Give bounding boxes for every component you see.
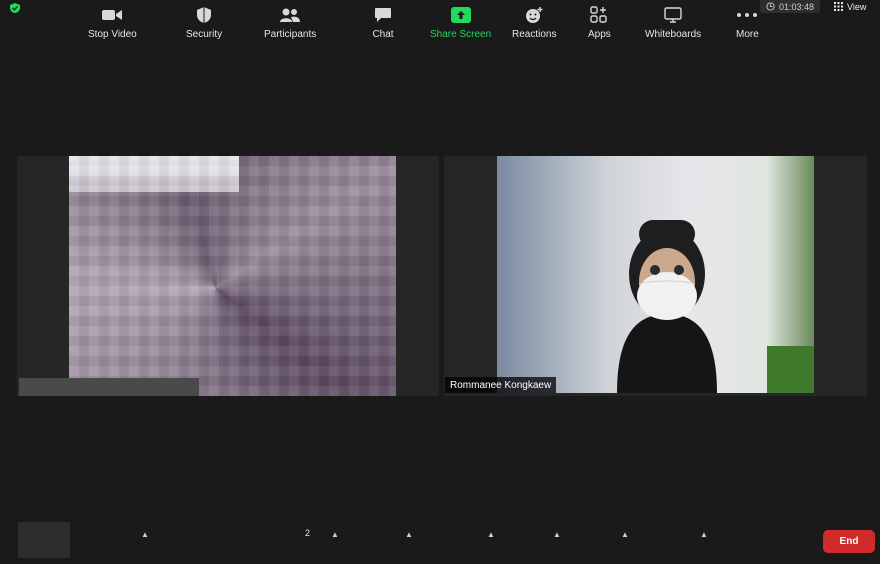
share-screen-label: Share Screen [430,29,492,40]
more-dots-icon [736,6,758,24]
video-options-caret-icon[interactable]: ▲ [141,530,149,539]
security-button[interactable]: Security [186,6,222,40]
video-camera-icon [101,6,123,24]
whiteboard-icon [662,6,684,24]
more-label: More [736,29,759,40]
apps-options-caret-icon[interactable]: ▲ [621,530,629,539]
video-tile-participant-1[interactable] [17,156,439,396]
apps-icon [588,6,610,24]
reactions-options-caret-icon[interactable]: ▲ [553,530,561,539]
reactions-button[interactable]: Reactions [512,6,556,40]
encryption-shield-icon[interactable] [9,0,21,13]
view-button[interactable]: View [834,0,866,13]
participants-count: 2 [305,528,311,538]
stop-video-label: Stop Video [88,29,137,40]
end-meeting-button[interactable]: End [823,530,875,553]
participants-options-caret-icon[interactable]: ▲ [331,530,339,539]
participants-icon [279,6,301,24]
whiteboards-options-caret-icon[interactable]: ▲ [700,530,708,539]
meeting-timer: 01:03:48 [760,0,821,13]
chat-options-caret-icon[interactable]: ▲ [405,530,413,539]
participants-label: Participants [264,29,317,40]
view-label: View [847,1,867,12]
whiteboards-label: Whiteboards [645,29,702,40]
blurred-audio-control[interactable] [18,522,70,558]
security-label: Security [186,29,223,40]
participants-button[interactable]: Participants [264,6,316,40]
apps-button[interactable]: Apps [588,6,611,40]
chat-button[interactable]: Chat [372,6,394,40]
grid-icon [834,2,843,11]
participant-video [497,156,814,393]
security-shield-icon [193,6,215,24]
apps-label: Apps [588,29,611,40]
green-wall [767,346,814,393]
share-screen-button[interactable]: Share Screen [430,6,491,40]
video-tile-participant-2[interactable]: Rommanee Kongkaew [444,156,867,396]
reactions-label: Reactions [512,29,557,40]
chat-label: Chat [372,29,394,40]
emoji-add-icon [523,6,545,24]
chat-bubble-icon [372,6,394,24]
timer-text: 01:03:48 [779,1,815,12]
share-screen-icon [450,6,472,24]
whiteboards-button[interactable]: Whiteboards [645,6,701,40]
share-options-caret-icon[interactable]: ▲ [487,530,495,539]
blurred-name-tag [19,378,199,396]
meeting-toolbar [0,518,880,564]
more-button[interactable]: More [736,6,759,40]
participant-name-tag: Rommanee Kongkaew [445,377,557,393]
clock-icon [766,2,775,11]
person-figure [617,220,717,393]
stop-video-button[interactable]: Stop Video [88,6,137,40]
pixel-grid-overlay [69,156,396,396]
